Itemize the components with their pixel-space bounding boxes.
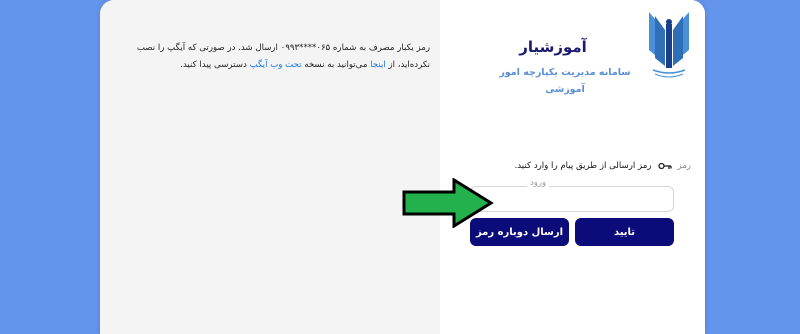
otp-input[interactable] bbox=[471, 187, 673, 212]
web-igap-link[interactable]: تحت وب آیگپ bbox=[250, 60, 302, 70]
otp-info-line2-mid: می‌توانید به نسخه bbox=[301, 60, 371, 70]
otp-info-text: رمز یکبار مصرف به شماره ۰۶۵****۰۹۹۳ ارسا… bbox=[120, 40, 430, 74]
app-title: آموزشیار bbox=[519, 38, 587, 56]
otp-field-label: رمز رمز ارسالی از طریق پیام را وارد کنید… bbox=[515, 161, 691, 171]
app-subtitle: سامانه مدیریت یکپارچه امور آموزشی bbox=[499, 67, 631, 95]
university-logo bbox=[649, 12, 689, 78]
here-link[interactable]: اینجا bbox=[370, 60, 386, 70]
otp-info-line2-start: نکرده‌اید، از bbox=[385, 60, 430, 70]
otp-info-line1: رمز یکبار مصرف به شماره ۰۶۵****۰۹۹۳ ارسا… bbox=[136, 43, 430, 53]
arrow-right-icon bbox=[402, 178, 494, 228]
confirm-button[interactable]: تایید bbox=[575, 218, 674, 246]
login-card: رمز یکبار مصرف به شماره ۰۶۵****۰۹۹۳ ارسا… bbox=[100, 0, 705, 334]
otp-input-wrapper: ورود bbox=[470, 178, 674, 212]
info-panel: رمز یکبار مصرف به شماره ۰۶۵****۰۹۹۳ ارسا… bbox=[100, 0, 440, 334]
field-name: رمز bbox=[677, 161, 692, 171]
key-icon bbox=[657, 162, 672, 170]
input-legend: ورود bbox=[527, 178, 550, 188]
otp-info-line2-end: دسترسی پیدا کنید. bbox=[180, 60, 250, 70]
field-instruction: رمز ارسالی از طریق پیام را وارد کنید. bbox=[514, 161, 652, 171]
login-panel: آموزشیار سامانه مدیریت یکپارچه امور آموز… bbox=[440, 0, 705, 334]
